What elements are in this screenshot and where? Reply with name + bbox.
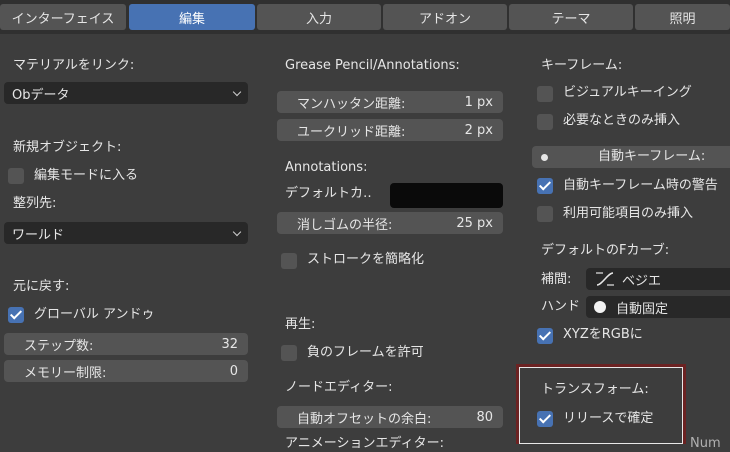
interpolation-dropdown[interactable]: ベジエ [586,268,730,290]
only-needed-checkbox[interactable] [537,114,553,130]
tab-input[interactable]: 入力 [257,4,381,30]
tab-lights[interactable]: 照明 [635,4,730,30]
undo-memory-field[interactable]: メモリー制限: 0 [4,360,248,382]
field-value: 1 px [464,94,493,110]
interpolation-label: 補間: [541,272,572,287]
only-available-label: 利用可能項目のみ挿入 [563,206,694,221]
confirm-on-release-checkbox[interactable] [537,411,553,427]
tab-themes[interactable]: テーマ [509,4,633,30]
xyz-to-rgb-checkbox[interactable] [537,328,553,344]
field-label: メモリー制限: [24,365,107,381]
tab-label: 照明 [669,11,696,27]
eraser-radius-field[interactable]: 消しゴムの半径: 25 px [277,212,503,234]
highlight-box [516,364,686,444]
auto-offset-margin-field[interactable]: 自動オフセットの余白: 80 [277,406,503,428]
simplify-stroke-label: ストロークを簡略化 [307,252,425,267]
dropdown-value: Obデータ [12,87,70,103]
playback-label: 再生: [285,317,316,332]
circle-handle-icon [594,301,606,313]
only-needed-label: 必要なときのみ挿入 [563,113,681,128]
tab-addons[interactable]: アドオン [383,4,507,30]
auto-keyframe-label: 自動キーフレーム: [598,149,706,164]
new-objects-label: 新規オブジェクト: [13,140,122,155]
tab-label: 編集 [178,11,205,27]
default-fcurve-label: デフォルトのFカーブ: [541,243,670,258]
field-label: 消しゴムの半径: [297,217,393,233]
field-value: 80 [476,409,493,425]
annotations-label: Annotations: [285,160,368,175]
enter-edit-mode-checkbox[interactable] [8,168,24,184]
grease-pencil-label: Grease Pencil/Annotations: [285,58,460,73]
auto-keyframe-warning-label: 自動キーフレーム時の警告 [563,178,718,193]
field-label: マンハッタン距離: [297,96,406,112]
handle-type-dropdown[interactable]: 自動固定 [586,296,730,318]
field-value: 32 [221,336,238,352]
negative-frames-checkbox[interactable] [281,345,297,361]
dropdown-value: 自動固定 [616,301,669,317]
preferences-tab-bar: インターフェイス 編集 入力 アドオン テーマ 照明 [0,0,730,34]
handle-label: ハンド [541,299,581,314]
tab-label: アドオン [418,11,471,27]
material-link-dropdown[interactable]: Obデータ [4,82,248,104]
chevron-down-icon [232,227,242,237]
field-label: ステップ数: [24,338,94,354]
field-value: 0 [229,363,238,379]
bezier-curve-icon [596,272,614,286]
manhattan-distance-field[interactable]: マンハッタン距離: 1 px [277,91,503,113]
field-value: 2 px [464,122,493,138]
material-link-label: マテリアルをリンク: [13,58,135,73]
auto-keyframe-warning-checkbox[interactable] [537,178,553,194]
tab-interface[interactable]: インターフェイス [0,4,126,30]
chevron-down-icon [232,87,242,97]
field-value: 25 px [456,215,493,231]
dropdown-value: ワールド [12,227,65,243]
tab-label: 入力 [305,11,332,27]
undo-label: 元に戻す: [13,279,70,294]
field-label: ユークリッド距離: [297,124,406,140]
undo-steps-field[interactable]: ステップ数: 32 [4,333,248,355]
transform-label: トランスフォーム: [541,382,649,397]
negative-frames-label: 負のフレームを許可 [307,345,424,360]
tab-label: テーマ [551,11,591,27]
global-undo-label: グローバル アンドゥ [34,307,155,322]
node-editor-label: ノードエディター: [285,380,393,395]
field-label: 自動オフセットの余白: [297,411,432,427]
enter-edit-mode-label: 編集モードに入る [34,168,139,183]
animation-editor-label: アニメーションエディター: [285,436,444,451]
global-undo-checkbox[interactable] [8,307,24,323]
numpad-label-partial: Num [690,436,721,451]
dropdown-value: ベジエ [622,273,662,289]
tab-editing[interactable]: 編集 [129,4,255,30]
record-dot-icon [541,154,548,161]
euclidean-distance-field[interactable]: ユークリッド距離: 2 px [277,119,503,141]
tab-label: インターフェイス [11,11,115,27]
simplify-stroke-checkbox[interactable] [281,253,297,269]
confirm-on-release-label: リリースで確定 [563,411,654,426]
auto-keyframe-toggle[interactable]: 自動キーフレーム: [532,146,730,168]
align-label: 整列先: [13,196,57,211]
visual-keying-checkbox[interactable] [537,86,553,102]
align-dropdown[interactable]: ワールド [4,222,248,244]
keyframes-label: キーフレーム: [541,58,623,73]
visual-keying-label: ビジュアルキーイング [563,85,692,100]
only-available-checkbox[interactable] [537,206,553,222]
default-color-label: デフォルトカ‥ [285,186,372,201]
xyz-to-rgb-label: XYZをRGBに [563,327,643,342]
default-color-swatch[interactable] [390,183,503,208]
